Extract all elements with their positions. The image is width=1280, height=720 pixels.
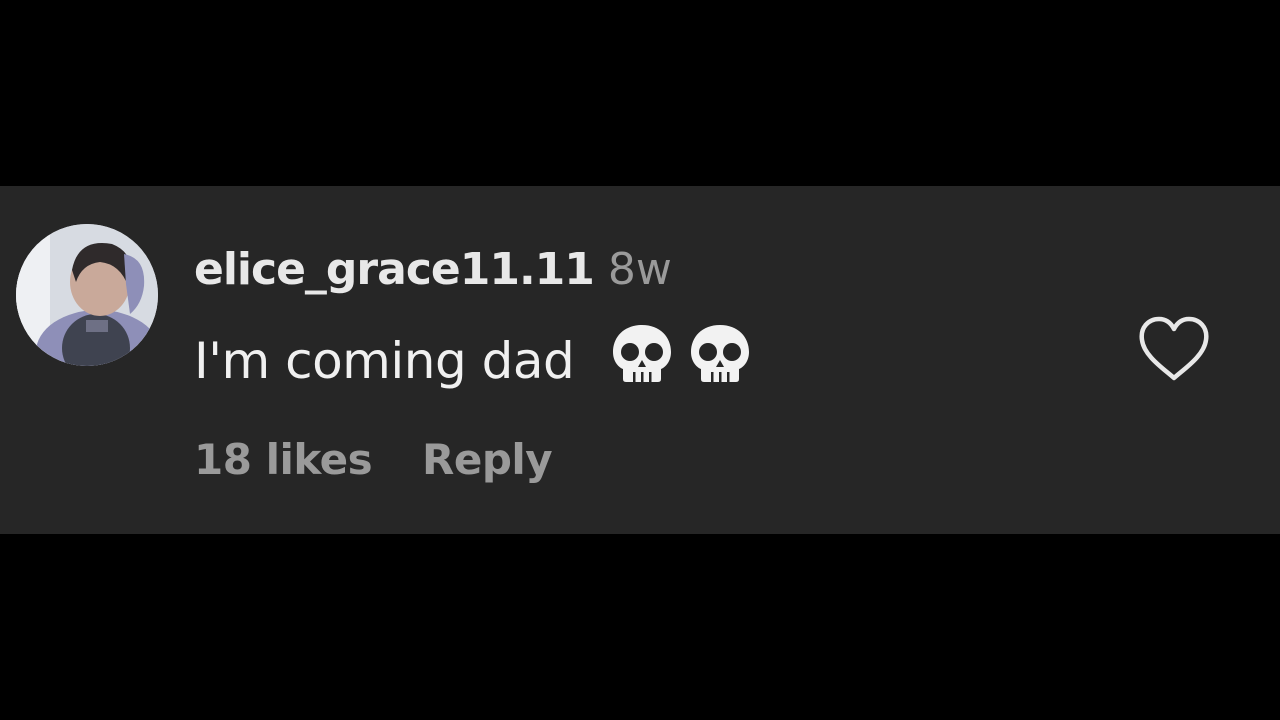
reply-button[interactable]: Reply xyxy=(422,432,553,488)
comment-body: I'm coming dad xyxy=(194,322,754,397)
username-link[interactable]: elice_grace11.11 xyxy=(194,244,595,295)
avatar[interactable] xyxy=(16,224,158,366)
like-button[interactable] xyxy=(1136,314,1212,386)
skull-icon xyxy=(608,322,676,397)
comment-card: elice_grace11.11 8w I'm coming dad 18 li… xyxy=(0,186,1280,534)
likes-count[interactable]: 18 likes xyxy=(194,432,373,488)
comment-text: I'm coming dad xyxy=(194,332,575,390)
heart-outline-icon xyxy=(1139,316,1209,381)
profile-photo xyxy=(16,224,158,366)
skull-icon xyxy=(686,322,754,397)
comment-timestamp: 8w xyxy=(607,244,672,295)
comment-header: elice_grace11.11 8w xyxy=(194,242,672,298)
